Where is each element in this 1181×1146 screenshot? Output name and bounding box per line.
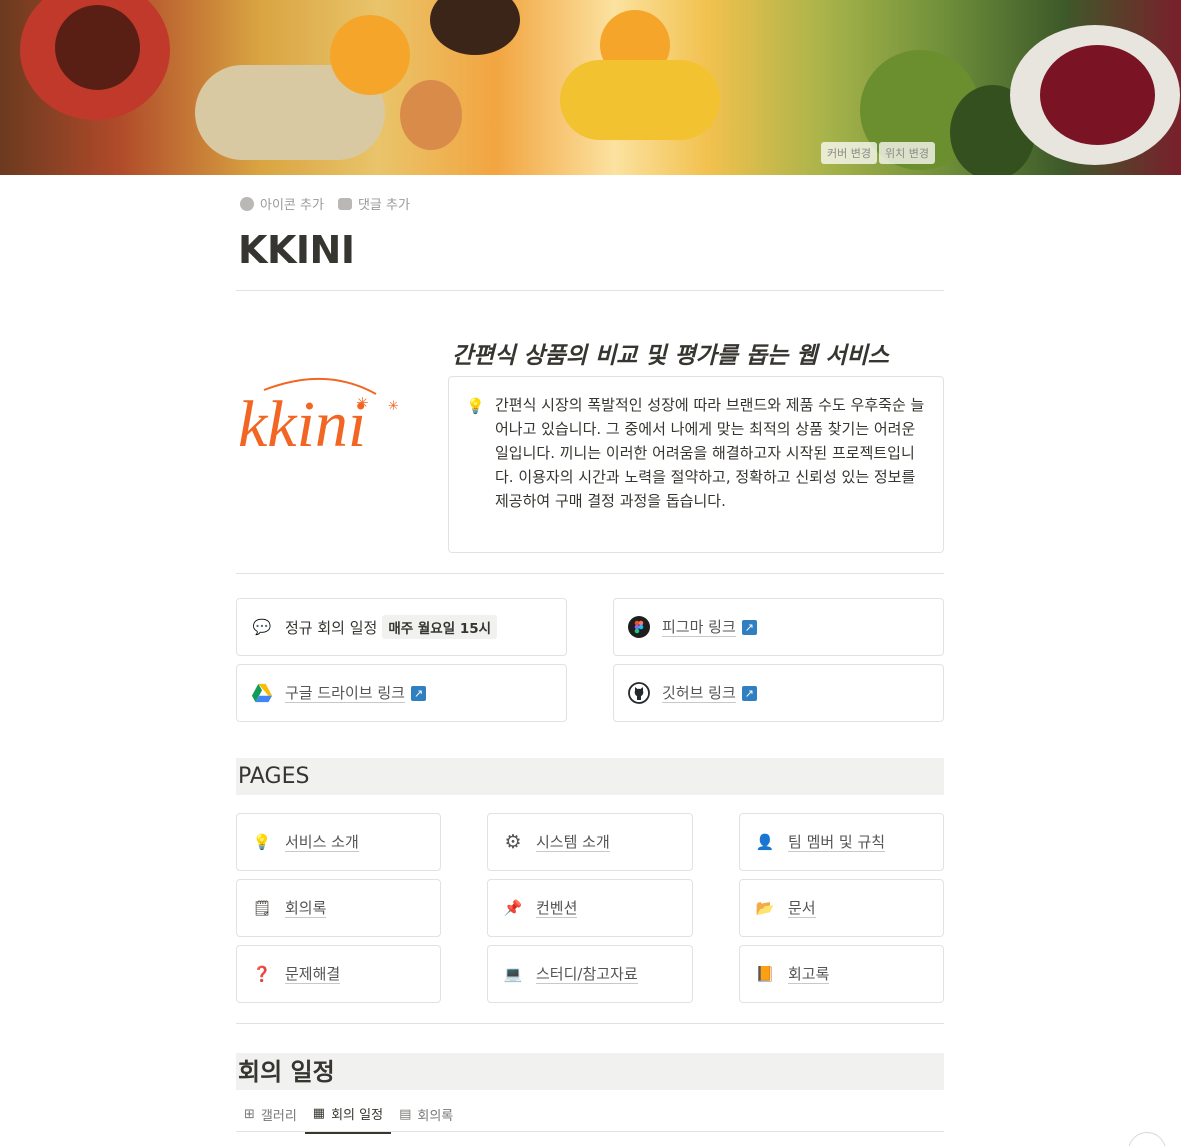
- figma-link-label[interactable]: 피그마 링크: [662, 618, 736, 637]
- service-tagline: 간편식 상품의 비교 및 평가를 돕는 웹 서비스: [452, 343, 889, 369]
- cover-image: 커버 변경 위치 변경: [0, 0, 1181, 175]
- page-link-label: 컨벤션: [536, 898, 578, 918]
- person-icon: 👤: [755, 833, 775, 851]
- github-link-card[interactable]: 깃허브 링크 ↗: [613, 664, 944, 722]
- page-link-label: 서비스 소개: [285, 832, 359, 852]
- change-cover-button[interactable]: 커버 변경: [821, 142, 878, 164]
- tab-meeting-schedule[interactable]: ▦ 회의 일정: [304, 1098, 392, 1134]
- cover-decor: [330, 15, 410, 95]
- add-icon-label: 아이콘 추가: [260, 198, 324, 213]
- tab-label: 회의록: [417, 1109, 454, 1124]
- notepad-icon: 🗒: [252, 899, 272, 917]
- meeting-time-code: 매주 월요일 15시: [382, 615, 498, 639]
- gear-icon: ⚙: [504, 831, 522, 853]
- page-link-troubleshooting[interactable]: ❓ 문제해결: [236, 945, 441, 1003]
- figma-icon: [628, 616, 650, 638]
- github-icon: [628, 682, 650, 704]
- logo-star-icon: ✳: [388, 399, 399, 414]
- comment-icon: [337, 197, 352, 210]
- page-link-label: 팀 멤버 및 규칙: [788, 832, 886, 852]
- tab-gallery[interactable]: ⊞ 갤러리: [236, 1098, 305, 1134]
- folder-icon: 📂: [755, 899, 775, 917]
- meeting-schedule-card[interactable]: 💬 정규 회의 일정 매주 월요일 15시: [236, 598, 567, 656]
- laptop-icon: 💻: [503, 965, 523, 983]
- meeting-schedule-label: 정규 회의 일정: [285, 618, 378, 637]
- tab-label: 회의 일정: [331, 1108, 384, 1123]
- page-link-team-members[interactable]: 👤 팀 멤버 및 규칙: [739, 813, 944, 871]
- calendar-icon: ▦: [312, 1106, 326, 1121]
- github-link-label[interactable]: 깃허브 링크: [662, 684, 736, 703]
- cover-decor: [400, 80, 462, 150]
- page-link-label: 시스템 소개: [536, 832, 610, 852]
- database-view-tabs: ⊞ 갤러리 ▦ 회의 일정 ▤ 회의록: [236, 1098, 461, 1134]
- logo-text: kkini: [238, 388, 366, 458]
- page-link-convention[interactable]: 📌 컨벤션: [487, 879, 693, 937]
- intro-callout: 💡 간편식 시장의 폭발적인 성장에 따라 브랜드와 제품 수도 우후죽순 늘어…: [448, 376, 944, 553]
- table-icon: ▤: [399, 1107, 412, 1122]
- gallery-grid-icon: ⊞: [244, 1107, 255, 1122]
- tabs-divider: [236, 1131, 944, 1132]
- external-link-icon: ↗: [741, 685, 757, 701]
- add-icon-button[interactable]: 아이콘 추가: [240, 194, 324, 213]
- speech-bubble-icon: 💬: [252, 618, 272, 636]
- add-comment-button[interactable]: 댓글 추가: [337, 194, 410, 213]
- tab-label: 갤러리: [260, 1109, 297, 1124]
- page-link-study-references[interactable]: 💻 스터디/참고자료: [487, 945, 693, 1003]
- page-link-label: 문서: [788, 898, 816, 918]
- page-title[interactable]: KKINI: [238, 228, 355, 272]
- cover-decor: [560, 60, 720, 140]
- cover-decor: [1040, 45, 1155, 145]
- google-drive-link-card[interactable]: 구글 드라이브 링크 ↗: [236, 664, 567, 722]
- kkini-logo: kkini ✳ ✳: [238, 377, 399, 458]
- page-link-label: 스터디/참고자료: [536, 964, 638, 984]
- smiley-icon: [240, 196, 254, 211]
- cover-controls: 커버 변경 위치 변경: [821, 142, 935, 164]
- reposition-cover-button[interactable]: 위치 변경: [879, 142, 935, 164]
- meeting-schedule-heading: 회의 일정: [236, 1053, 944, 1090]
- cover-decor: [55, 5, 140, 90]
- help-button[interactable]: [1128, 1132, 1166, 1146]
- logo-star-icon: ✳: [356, 394, 369, 412]
- figma-link-card[interactable]: 피그마 링크 ↗: [613, 598, 944, 656]
- add-comment-label: 댓글 추가: [357, 198, 410, 213]
- lightbulb-icon: 💡: [252, 833, 272, 851]
- divider: [236, 290, 944, 291]
- page-link-documents[interactable]: 📂 문서: [739, 879, 944, 937]
- callout-text: 간편식 시장의 폭발적인 성장에 따라 브랜드와 제품 수도 우후죽순 늘어나고…: [495, 396, 925, 510]
- lightbulb-icon: 💡: [466, 397, 485, 415]
- cover-decor: [430, 0, 520, 55]
- book-icon: 📙: [755, 965, 775, 983]
- page-link-retrospective[interactable]: 📙 회고록: [739, 945, 944, 1003]
- page-link-label: 문제해결: [285, 964, 341, 984]
- divider: [236, 573, 944, 574]
- external-link-icon: ↗: [741, 619, 757, 635]
- question-mark-icon: ❓: [252, 965, 272, 983]
- page-link-meeting-notes[interactable]: 🗒 회의록: [236, 879, 441, 937]
- page-link-system-intro[interactable]: ⚙ 시스템 소개: [487, 813, 693, 871]
- pushpin-icon: 📌: [503, 899, 523, 917]
- google-drive-icon: [251, 682, 273, 704]
- pages-heading: PAGES: [236, 758, 944, 795]
- tab-meeting-notes[interactable]: ▤ 회의록: [391, 1098, 461, 1134]
- page-link-label: 회고록: [788, 964, 830, 984]
- page-actions: 아이콘 추가 댓글 추가: [240, 194, 410, 213]
- google-drive-link-label[interactable]: 구글 드라이브 링크: [285, 684, 405, 703]
- external-link-icon: ↗: [410, 685, 426, 701]
- page-link-service-intro[interactable]: 💡 서비스 소개: [236, 813, 441, 871]
- page-link-label: 회의록: [285, 898, 327, 918]
- divider: [236, 1023, 944, 1024]
